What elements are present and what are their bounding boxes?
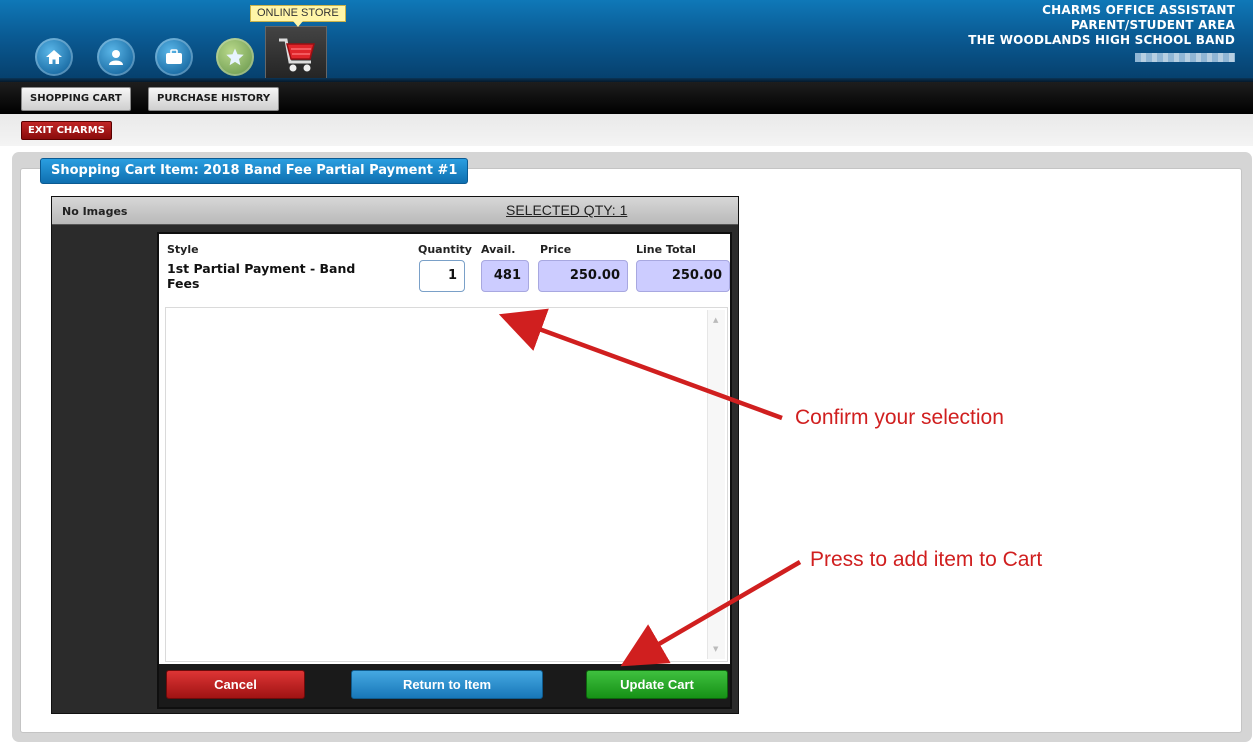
no-images-label: No Images bbox=[62, 205, 128, 218]
dialog-header: No Images SELECTED QTY: 1 bbox=[52, 197, 738, 225]
cart-item-dialog: No Images SELECTED QTY: 1 Style Quantity… bbox=[51, 196, 739, 714]
tab-shopping-cart[interactable]: SHOPPING CART bbox=[21, 87, 131, 111]
home-icon[interactable] bbox=[35, 38, 73, 76]
org-info: CHARMS OFFICE ASSISTANT PARENT/STUDENT A… bbox=[968, 3, 1235, 66]
exit-charms-button[interactable]: EXIT CHARMS bbox=[21, 121, 112, 140]
area-name: PARENT/STUDENT AREA bbox=[1071, 18, 1235, 32]
shopping-cart-icon bbox=[279, 38, 315, 72]
selected-qty-label: SELECTED QTY: 1 bbox=[506, 202, 628, 218]
quantity-column-header: Quantity bbox=[418, 243, 472, 256]
tab-bar: SHOPPING CART PURCHASE HISTORY bbox=[0, 82, 1253, 114]
action-bar: EXIT CHARMS bbox=[0, 114, 1253, 146]
confirm-annotation: Confirm your selection bbox=[795, 406, 1004, 429]
page-title: Shopping Cart Item: 2018 Band Fee Partia… bbox=[40, 158, 469, 184]
online-store-tab[interactable] bbox=[265, 26, 327, 82]
avail-column-header: Avail. bbox=[481, 243, 516, 256]
style-column-header: Style bbox=[167, 243, 199, 256]
update-cart-button[interactable]: Update Cart bbox=[586, 670, 728, 699]
organization-name: THE WOODLANDS HIGH SCHOOL BAND bbox=[968, 33, 1235, 47]
app-header: ONLINE STORE CHARMS OFFICE ASSISTANT PAR… bbox=[0, 0, 1253, 82]
online-store-tooltip: ONLINE STORE bbox=[250, 5, 346, 27]
return-to-item-button[interactable]: Return to Item bbox=[351, 670, 543, 699]
quantity-input[interactable]: 1 bbox=[419, 260, 465, 292]
style-value: 1st Partial Payment - Band Fees bbox=[167, 261, 356, 291]
line-total-value: 250.00 bbox=[636, 260, 730, 292]
scroll-up-icon[interactable]: ▲ bbox=[713, 316, 718, 324]
price-value: 250.00 bbox=[538, 260, 628, 292]
app-name: CHARMS OFFICE ASSISTANT bbox=[1042, 3, 1235, 17]
line-total-column-header: Line Total bbox=[636, 243, 696, 256]
description-scrollbar[interactable]: ▲ ▼ bbox=[707, 310, 725, 659]
scroll-down-icon[interactable]: ▼ bbox=[713, 645, 718, 653]
price-column-header: Price bbox=[540, 243, 572, 256]
cancel-button[interactable]: Cancel bbox=[166, 670, 305, 699]
redacted-user-info bbox=[1135, 53, 1235, 62]
tab-purchase-history[interactable]: PURCHASE HISTORY bbox=[148, 87, 280, 111]
item-description-area[interactable]: ▲ ▼ bbox=[165, 307, 728, 662]
avail-value: 481 bbox=[481, 260, 529, 292]
user-icon[interactable] bbox=[97, 38, 135, 76]
item-details-panel: Style Quantity Avail. Price Line Total 1… bbox=[157, 232, 732, 709]
star-icon[interactable] bbox=[216, 38, 254, 76]
add-to-cart-annotation: Press to add item to Cart bbox=[810, 548, 1043, 571]
dialog-button-bar: Cancel Return to Item Update Cart bbox=[159, 664, 730, 707]
briefcase-icon[interactable] bbox=[155, 38, 193, 76]
